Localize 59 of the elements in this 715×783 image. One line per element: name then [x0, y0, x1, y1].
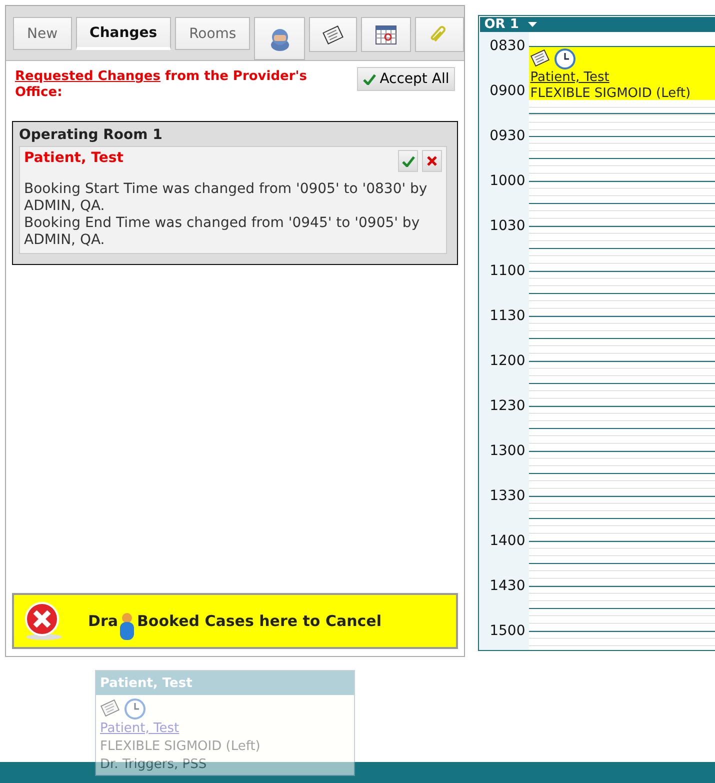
- toolbar-button[interactable]: [361, 17, 412, 52]
- requested-changes-link[interactable]: Requested Changes: [15, 69, 160, 84]
- tab[interactable]: Rooms: [175, 17, 250, 50]
- time-label: 0830: [488, 38, 526, 56]
- check-icon: [362, 74, 376, 84]
- clock-icon: [554, 48, 576, 70]
- room-name: OR 1: [484, 17, 519, 32]
- toolbar-button[interactable]: [309, 17, 358, 52]
- tab[interactable]: Changes: [76, 17, 172, 50]
- time-slot[interactable]: [529, 361, 715, 406]
- preview-title: Patient, Test: [96, 671, 354, 695]
- time-label: 1330: [488, 488, 526, 506]
- procedure-text: FLEXIBLE SIGMOID (Left): [100, 738, 262, 756]
- change-message: Booking Start Time was changed from '0905' to '0830' by ADMIN, QA.: [24, 181, 428, 215]
- time-slot[interactable]: [529, 181, 715, 226]
- patient-link[interactable]: Patient, Test: [530, 70, 610, 86]
- dropdown-icon: [528, 22, 537, 27]
- toolbar-button[interactable]: [254, 17, 306, 60]
- calendar-icon: [375, 24, 398, 46]
- time-label: 1100: [488, 263, 526, 281]
- time-slot[interactable]: [529, 406, 715, 451]
- time-label: 1130: [488, 308, 526, 326]
- time-slot[interactable]: [529, 316, 715, 361]
- accept-button[interactable]: [398, 150, 418, 172]
- cancel-drop-zone[interactable]: Dra Booked Cases here to Cancel: [12, 593, 458, 649]
- time-label: 1300: [488, 443, 526, 461]
- time-slot[interactable]: [529, 226, 715, 271]
- tab[interactable]: New: [13, 17, 72, 50]
- cancel-text: Dra: [88, 612, 118, 630]
- cancel-text: Booked Cases here to Cancel: [136, 612, 382, 630]
- check-icon: [402, 156, 415, 166]
- cancel-icon: [24, 601, 64, 641]
- patient-name: Patient, Test: [24, 150, 124, 166]
- time-label: 1200: [488, 353, 526, 371]
- time-slot[interactable]: [529, 271, 715, 316]
- change-message: Booking End Time was changed from '0945' to '0905' by ADMIN, QA.: [24, 215, 421, 249]
- time-slot[interactable]: [529, 586, 715, 631]
- time-slot[interactable]: [529, 136, 715, 181]
- time-slot[interactable]: [529, 451, 715, 496]
- procedure-text: FLEXIBLE SIGMOID (Left): [530, 86, 692, 102]
- time-label: 0900: [488, 83, 526, 101]
- close-icon: [427, 156, 438, 166]
- room-title: Operating Room 1: [19, 127, 164, 143]
- time-label: 0930: [488, 128, 526, 146]
- changes-heading: Requested Changes from the Provider's Office:: [15, 69, 308, 101]
- time-label: 1030: [488, 218, 526, 236]
- time-label: 1400: [488, 533, 526, 551]
- drag-cursor-icon: [118, 612, 135, 640]
- time-label: 1230: [488, 398, 526, 416]
- reject-button[interactable]: [422, 150, 442, 172]
- time-label: 1500: [488, 623, 526, 641]
- appointment-block[interactable]: Patient, Test FLEXIBLE SIGMOID (Left): [529, 46, 715, 100]
- accept-all-button[interactable]: Accept All: [356, 67, 456, 91]
- time-slot[interactable]: [529, 496, 715, 541]
- room-header[interactable]: OR 1: [480, 17, 715, 32]
- time-label: 1430: [488, 578, 526, 596]
- clock-icon: [124, 698, 146, 720]
- time-slot[interactable]: [529, 541, 715, 586]
- time-label: 1000: [488, 173, 526, 191]
